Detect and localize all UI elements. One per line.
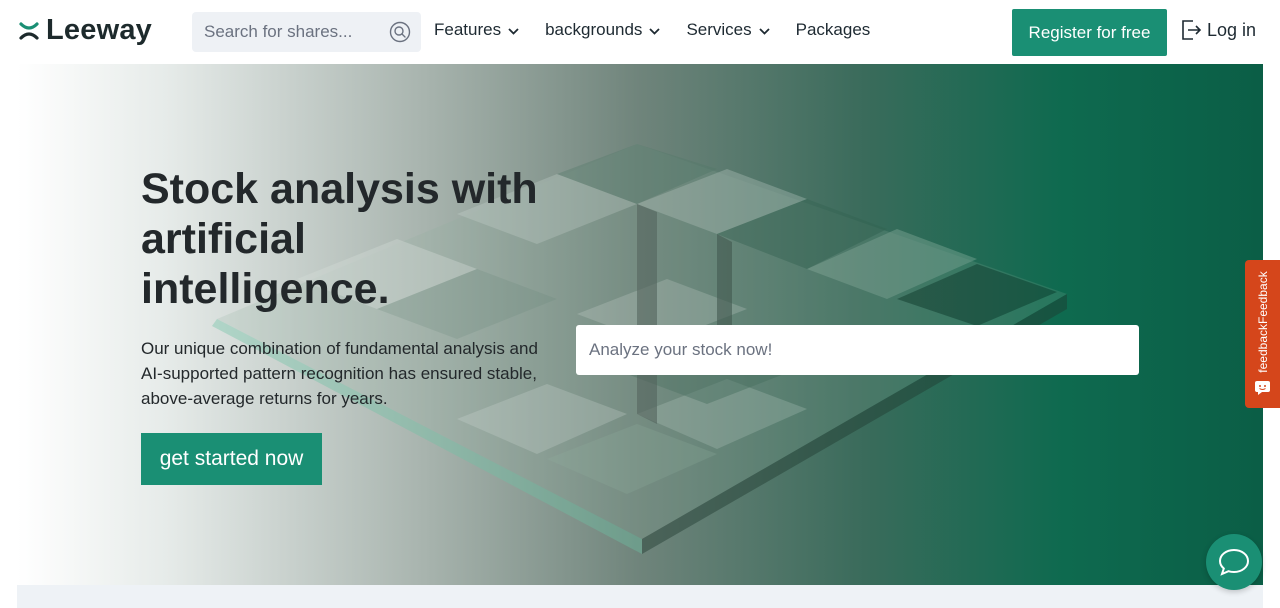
nav-backgrounds[interactable]: backgrounds: [545, 20, 661, 40]
nav-features[interactable]: Features: [434, 20, 519, 40]
login-label: Log in: [1207, 19, 1257, 40]
search-icon[interactable]: [389, 21, 411, 43]
feedback-tab[interactable]: feedbackFeedback: [1245, 260, 1280, 408]
feedback-label: feedbackFeedback: [1255, 271, 1270, 373]
chevron-down-icon: [508, 27, 519, 35]
logo-text: Leeway: [46, 14, 152, 46]
header: Leeway Features backgrounds Services Pac…: [0, 0, 1280, 64]
hero-section: Stock analysis with artificial intellige…: [17, 64, 1263, 585]
register-button[interactable]: Register for free: [1012, 9, 1167, 56]
search-box: [192, 12, 421, 52]
analyze-stock-input[interactable]: [576, 325, 1139, 375]
hero-subtitle: Our unique combination of fundamental an…: [141, 339, 538, 408]
nav-features-label: Features: [434, 20, 502, 39]
hero-title: Stock analysis with artificial intellige…: [141, 165, 538, 313]
nav-packages-label: Packages: [795, 20, 871, 39]
search-input[interactable]: [192, 12, 382, 52]
login-link[interactable]: Log in: [1179, 18, 1256, 42]
logo[interactable]: Leeway: [18, 14, 152, 47]
chat-bubble-icon: [1218, 548, 1250, 576]
chevron-down-icon: [649, 27, 661, 35]
nav-packages[interactable]: Packages: [796, 20, 871, 40]
login-icon: [1182, 20, 1202, 40]
get-started-button[interactable]: get started now: [141, 433, 322, 485]
chevron-down-icon: [758, 27, 770, 35]
logo-mark-icon: [19, 21, 39, 40]
next-section-strip: [17, 585, 1263, 608]
nav-services[interactable]: Services: [686, 20, 770, 40]
chat-button[interactable]: [1206, 534, 1262, 590]
nav-backgrounds-label: backgrounds: [545, 20, 643, 39]
feedback-icon: [1255, 381, 1270, 395]
nav-services-label: Services: [686, 20, 752, 39]
main-nav: Features backgrounds Services Packages: [434, 20, 896, 40]
